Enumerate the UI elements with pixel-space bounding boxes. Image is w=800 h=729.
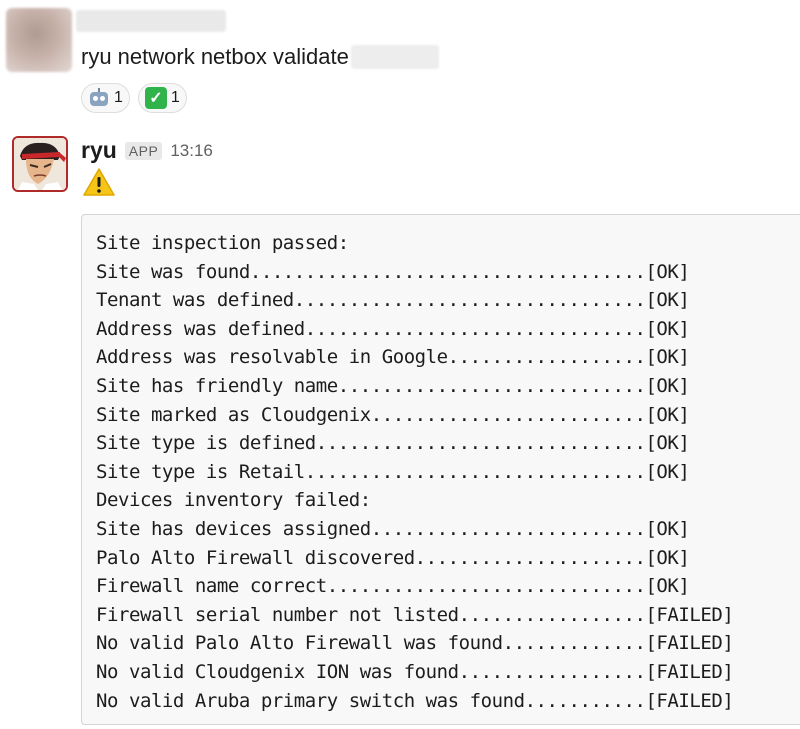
timestamp[interactable]: 13:16	[170, 141, 213, 161]
warning-icon	[83, 168, 115, 196]
code-line: Address was resolvable in Google........…	[96, 346, 690, 369]
reaction-count: 1	[114, 89, 123, 106]
user-avatar[interactable]	[6, 8, 72, 72]
reaction-robot[interactable]: 1	[81, 83, 130, 113]
bot-avatar[interactable]	[12, 136, 68, 192]
code-line: Site has friendly name..................…	[96, 374, 690, 397]
ryu-avatar-icon	[14, 138, 66, 190]
code-line: Palo Alto Firewall discovered...........…	[96, 546, 690, 569]
code-line: Address was defined.....................…	[96, 317, 690, 340]
message-header: ryu APP 13:16	[81, 137, 213, 164]
message-text: ryu network netbox validate	[81, 44, 439, 70]
command-argument-redacted	[350, 45, 439, 69]
code-line: Firewall serial number not listed.......…	[96, 603, 734, 626]
code-block: Site inspection passed: Site was found...…	[81, 214, 800, 725]
code-line: Site was found..........................…	[96, 260, 690, 283]
code-line: Site has devices assigned...............…	[96, 517, 690, 540]
code-line: Devices inventory failed:	[96, 489, 371, 512]
white-check-mark-icon: ✓	[144, 87, 167, 109]
reaction-count: 1	[170, 89, 180, 106]
reactions-bar: 1 ✓ 1	[81, 83, 187, 113]
user-name-redacted[interactable]	[76, 10, 226, 32]
robot-face-icon	[88, 88, 110, 108]
code-line: Site type is defined....................…	[96, 432, 690, 455]
command-text: ryu network netbox validate	[81, 44, 349, 69]
app-badge: APP	[124, 141, 163, 160]
code-line: No valid Palo Alto Firewall was found...…	[96, 632, 734, 655]
reaction-check[interactable]: ✓ 1	[137, 83, 187, 113]
code-line: No valid Aruba primary switch was found.…	[96, 689, 734, 712]
code-line: Site marked as Cloudgenix...............…	[96, 403, 690, 426]
author-name[interactable]: ryu	[81, 137, 117, 164]
code-line: No valid Cloudgenix ION was found.......…	[96, 660, 734, 683]
code-line: Tenant was defined......................…	[96, 289, 690, 312]
code-line: Site inspection passed:	[96, 232, 349, 254]
code-line: Site type is Retail.....................…	[96, 460, 690, 483]
code-line: Firewall name correct...................…	[96, 575, 690, 598]
